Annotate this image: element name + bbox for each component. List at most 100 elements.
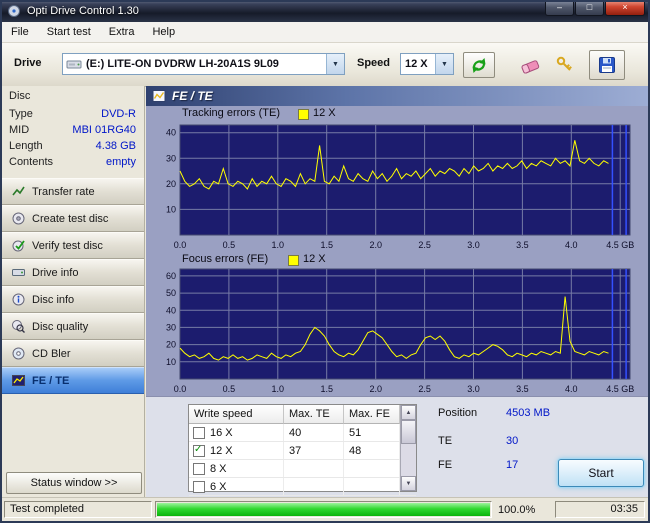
disc-field-type: Type DVD-R xyxy=(2,108,145,124)
drive-value: (E:) LITE-ON DVDRW LH-20A1S 9L09 xyxy=(86,58,279,70)
sidebar-item-transfer-rate[interactable]: Transfer rate xyxy=(2,178,144,205)
cell-speed: 16 X xyxy=(210,426,233,439)
disc-info-icon xyxy=(11,293,25,306)
drive-info-icon xyxy=(11,266,25,279)
app-icon xyxy=(7,4,21,18)
cell-max-fe: 48 xyxy=(344,442,400,459)
erase-button[interactable] xyxy=(515,51,545,79)
sidebar-item-label: Disc quality xyxy=(32,320,89,333)
status-text: Test completed xyxy=(4,501,152,518)
svg-text:1.5: 1.5 xyxy=(320,240,333,250)
row-checkbox[interactable] xyxy=(193,444,205,457)
optical-drive-icon xyxy=(66,57,82,71)
position-value: 4503 MB xyxy=(506,407,551,419)
scroll-up-icon[interactable]: ▲ xyxy=(401,405,416,420)
fe-te-icon xyxy=(11,374,25,387)
fe-result-value: 17 xyxy=(506,459,519,471)
sidebar-item-label: Drive info xyxy=(32,266,79,279)
menu-item-extra[interactable]: Extra xyxy=(100,22,144,42)
cell-max-te: 40 xyxy=(284,424,344,441)
progress-percent: 100.0% xyxy=(498,504,536,516)
speed-select[interactable]: 12 X ▼ xyxy=(400,53,454,75)
svg-text:40: 40 xyxy=(166,305,176,315)
row-checkbox[interactable] xyxy=(193,462,205,475)
scrollbar-thumb[interactable] xyxy=(401,420,416,444)
sidebar-item-disc-quality[interactable]: Disc quality xyxy=(2,313,144,340)
svg-text:30: 30 xyxy=(166,322,176,332)
menu-item-help[interactable]: Help xyxy=(143,22,184,42)
svg-text:4.5 GB: 4.5 GB xyxy=(606,384,634,394)
drive-select[interactable]: (E:) LITE-ON DVDRW LH-20A1S 9L09 ▼ xyxy=(62,53,345,75)
elapsed-time: 03:35 xyxy=(555,501,645,518)
statusbar: Test completed 100.0% 03:35 xyxy=(2,497,648,521)
menu-item-start-test[interactable]: Start test xyxy=(38,22,100,42)
table-row[interactable]: 16 X 40 51 xyxy=(189,424,416,442)
svg-text:2.0: 2.0 xyxy=(369,240,382,250)
status-window-button[interactable]: Status window >> xyxy=(6,472,142,494)
maximize-button[interactable]: □ xyxy=(575,0,604,16)
field-label: MID xyxy=(9,124,30,136)
svg-text:0.5: 0.5 xyxy=(223,384,236,394)
menu-item-file[interactable]: File xyxy=(2,22,38,42)
sidebar-item-label: Transfer rate xyxy=(32,185,95,198)
svg-text:1.5: 1.5 xyxy=(320,384,333,394)
transfer-rate-icon xyxy=(11,185,25,198)
progress-bar xyxy=(155,501,492,518)
license-button[interactable] xyxy=(549,51,581,79)
svg-text:10: 10 xyxy=(166,204,176,214)
table-row[interactable]: 6 X xyxy=(189,478,416,496)
speed-dropdown-arrow-icon[interactable]: ▼ xyxy=(435,54,453,74)
svg-text:2.0: 2.0 xyxy=(369,384,382,394)
close-button[interactable]: × xyxy=(605,0,645,16)
field-label: Type xyxy=(9,108,33,120)
speed-label: Speed xyxy=(357,57,391,69)
eraser-icon xyxy=(519,55,541,75)
table-row[interactable]: 8 X xyxy=(189,460,416,478)
titlebar: Opti Drive Control 1.30 – □ × xyxy=(0,0,650,22)
sidebar-item-disc-info[interactable]: Disc info xyxy=(2,286,144,313)
sidebar: Disc Type DVD-R MID MBI 01RG40 Length 4.… xyxy=(2,86,145,497)
menubar: File Start test Extra Help xyxy=(2,22,648,43)
svg-text:4.0: 4.0 xyxy=(565,384,578,394)
minimize-button[interactable]: – xyxy=(545,0,574,16)
app-window: Opti Drive Control 1.30 – □ × File Start… xyxy=(0,0,650,523)
save-icon xyxy=(597,55,617,75)
disc-field-length: Length 4.38 GB xyxy=(2,140,145,156)
sidebar-item-cd-bler[interactable]: CD Bler xyxy=(2,340,144,367)
svg-text:30: 30 xyxy=(166,153,176,163)
te-chart: 10 20 30 40 0.0 0.5 1.0 1.5 2.0 2.5 3.0 3.5 4.0 4.5 G… xyxy=(158,122,646,252)
svg-text:2.5: 2.5 xyxy=(418,240,431,250)
start-button[interactable]: Start xyxy=(558,459,644,487)
svg-text:20: 20 xyxy=(166,179,176,189)
svg-text:0.0: 0.0 xyxy=(174,240,187,250)
table-row[interactable]: 12 X 37 48 xyxy=(189,442,416,460)
fe-result-label: FE xyxy=(438,459,453,471)
field-value: MBI 01RG40 xyxy=(72,124,136,136)
svg-text:4.0: 4.0 xyxy=(565,240,578,250)
cell-max-te xyxy=(284,478,344,495)
cell-max-te xyxy=(284,460,344,477)
sidebar-item-verify-test-disc[interactable]: Verify test disc xyxy=(2,232,144,259)
sidebar-item-fe-te[interactable]: FE / TE xyxy=(2,367,144,394)
sidebar-item-create-test-disc[interactable]: Create test disc xyxy=(2,205,144,232)
sidebar-item-drive-info[interactable]: Drive info xyxy=(2,259,144,286)
scroll-down-icon[interactable]: ▼ xyxy=(401,476,416,491)
create-test-disc-icon xyxy=(11,212,25,225)
svg-text:1.0: 1.0 xyxy=(272,384,285,394)
cell-speed: 6 X xyxy=(210,480,227,493)
refresh-button[interactable] xyxy=(463,52,495,78)
panel-header: FE / TE xyxy=(146,86,648,106)
window-title: Opti Drive Control 1.30 xyxy=(27,5,139,17)
table-scrollbar[interactable]: ▲ ▼ xyxy=(400,405,416,491)
cell-max-fe xyxy=(344,478,400,495)
svg-text:40: 40 xyxy=(166,128,176,138)
svg-text:50: 50 xyxy=(166,288,176,298)
cd-bler-icon xyxy=(11,347,25,360)
te-legend-swatch xyxy=(298,109,309,120)
svg-text:3.5: 3.5 xyxy=(516,384,529,394)
row-checkbox[interactable] xyxy=(193,426,205,439)
save-button[interactable] xyxy=(589,50,625,80)
te-result-value: 30 xyxy=(506,435,519,447)
row-checkbox[interactable] xyxy=(193,480,205,493)
drive-dropdown-arrow-icon[interactable]: ▼ xyxy=(326,54,344,74)
